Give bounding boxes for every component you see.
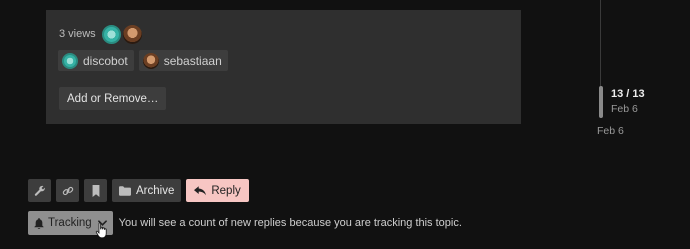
- notification-level-row: Tracking You will see a count of new rep…: [28, 211, 462, 235]
- discobot-avatar-icon[interactable]: [101, 24, 121, 44]
- user-chip-label: discobot: [83, 53, 128, 68]
- timeline-track: [600, 0, 601, 87]
- add-or-remove-button[interactable]: Add or Remove…: [59, 87, 167, 110]
- views-row: 3 views: [59, 24, 144, 44]
- tracking-label: Tracking: [48, 217, 92, 229]
- sebastiaan-avatar-icon[interactable]: [122, 24, 142, 44]
- views-panel: 3 views discobot sebastiaan Add or Remov…: [46, 10, 521, 124]
- admin-wrench-button[interactable]: [28, 179, 51, 202]
- timeline-scroll-handle[interactable]: [599, 86, 603, 118]
- user-chip-sebastiaan[interactable]: sebastiaan: [138, 50, 228, 71]
- wrench-icon: [34, 185, 45, 196]
- discobot-avatar-icon: [62, 52, 78, 69]
- bell-icon: [34, 217, 44, 229]
- bookmark-icon: [92, 184, 99, 197]
- hand-cursor-icon: [95, 222, 107, 239]
- user-chips: discobot sebastiaan: [58, 50, 228, 71]
- timeline-position: 13 / 13: [611, 88, 645, 100]
- archive-label: Archive: [136, 184, 175, 197]
- reply-arrow-icon: [194, 185, 207, 196]
- sebastiaan-avatar-icon: [142, 52, 159, 69]
- timeline-current-date: Feb 6: [611, 103, 638, 115]
- views-count: 3 views: [59, 28, 96, 40]
- bookmark-button[interactable]: [84, 179, 107, 202]
- topic-footer-buttons: Archive Reply: [28, 179, 249, 202]
- reply-button[interactable]: Reply: [186, 179, 249, 202]
- copy-link-button[interactable]: [56, 179, 79, 202]
- user-chip-discobot[interactable]: discobot: [58, 50, 134, 71]
- archive-button[interactable]: Archive: [112, 179, 182, 202]
- topic-footer-page: 3 views discobot sebastiaan Add or Remov…: [0, 0, 690, 249]
- link-icon: [62, 186, 73, 195]
- folder-icon: [119, 185, 131, 196]
- reply-label: Reply: [211, 184, 241, 197]
- notification-description: You will see a count of new replies beca…: [118, 217, 462, 229]
- user-chip-label: sebastiaan: [163, 53, 222, 68]
- timeline-end-date[interactable]: Feb 6: [597, 125, 624, 137]
